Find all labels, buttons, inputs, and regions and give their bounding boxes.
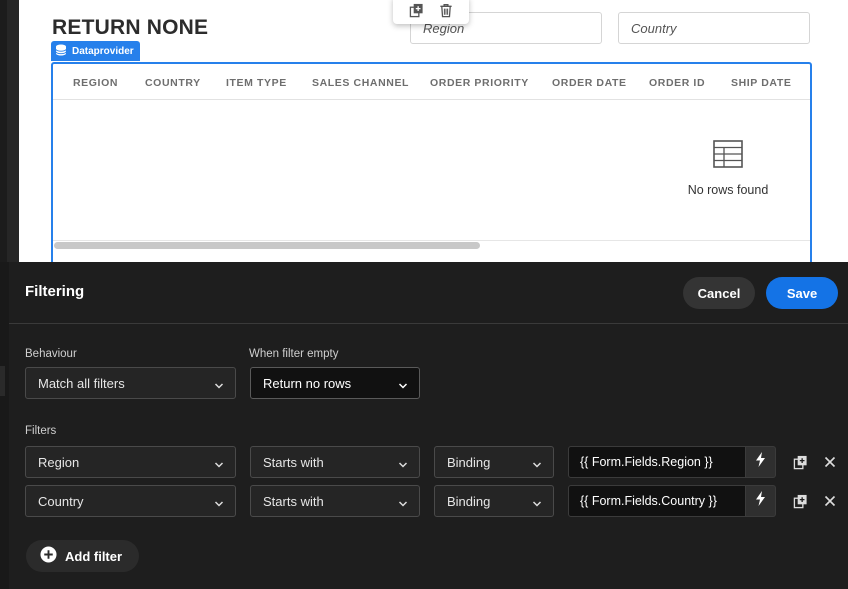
bolt-icon: [755, 452, 766, 472]
filters-label: Filters: [25, 425, 57, 437]
horizontal-scroll-track: [53, 240, 810, 241]
filter-2-binding-toggle[interactable]: [746, 485, 776, 517]
chevron-down-icon: [398, 497, 408, 507]
empty-state-text: No rows found: [687, 183, 769, 197]
table-icon: [713, 140, 743, 173]
table-header: REGION COUNTRY ITEM TYPE SALES CHANNEL O…: [53, 64, 810, 100]
country-input-placeholder: Country: [631, 20, 677, 36]
filter-2-binding-input[interactable]: {{ Form.Fields.Country }}: [568, 485, 746, 517]
filter-1-binding-toggle[interactable]: [746, 446, 776, 478]
filter-1-source-value: Binding: [447, 454, 491, 470]
close-icon[interactable]: [821, 492, 839, 510]
component-toolbar: [393, 0, 469, 24]
chevron-down-icon: [398, 379, 408, 389]
dataprovider-tag-label: Dataprovider: [72, 45, 134, 57]
column-header-country[interactable]: COUNTRY: [145, 77, 201, 89]
gutter-marker: [0, 366, 5, 396]
column-header-order-id[interactable]: ORDER ID: [649, 77, 705, 89]
when-empty-label: When filter empty: [249, 348, 339, 360]
filter-2-field-value: Country: [38, 493, 84, 509]
dataprovider-tag[interactable]: Dataprovider: [51, 41, 140, 61]
chevron-down-icon: [214, 379, 224, 389]
behaviour-label: Behaviour: [25, 348, 77, 360]
cancel-button[interactable]: Cancel: [683, 277, 755, 309]
filter-2-binding-value: {{ Form.Fields.Country }}: [580, 494, 717, 508]
chevron-down-icon: [532, 497, 542, 507]
plus-circle-icon: [40, 546, 57, 566]
chevron-down-icon: [214, 497, 224, 507]
column-header-order-priority[interactable]: ORDER PRIORITY: [430, 77, 529, 89]
country-input[interactable]: Country: [618, 12, 810, 44]
filter-2-operator-value: Starts with: [263, 493, 324, 509]
data-table[interactable]: REGION COUNTRY ITEM TYPE SALES CHANNEL O…: [51, 62, 812, 272]
filter-2-source-select[interactable]: Binding: [434, 485, 554, 517]
save-button[interactable]: Save: [766, 277, 838, 309]
filter-1-binding-value: {{ Form.Fields.Region }}: [580, 455, 713, 469]
close-icon[interactable]: [821, 453, 839, 471]
trash-icon[interactable]: [437, 1, 455, 19]
panel-header: Filtering Cancel Save: [9, 262, 848, 324]
filter-1-operator-select[interactable]: Starts with: [250, 446, 420, 478]
panel-title: Filtering: [25, 283, 85, 300]
filter-1-operator-value: Starts with: [263, 454, 324, 470]
add-filter-button[interactable]: Add filter: [26, 540, 139, 572]
column-header-ship-date[interactable]: SHIP DATE: [731, 77, 791, 89]
chevron-down-icon: [398, 458, 408, 468]
panel-left-gutter: [0, 262, 9, 589]
column-header-region[interactable]: REGION: [73, 77, 118, 89]
duplicate-icon[interactable]: [407, 1, 425, 19]
page-title: RETURN NONE: [52, 16, 209, 39]
filter-2-operator-select[interactable]: Starts with: [250, 485, 420, 517]
filter-2-source-value: Binding: [447, 493, 491, 509]
filter-2-field-select[interactable]: Country: [25, 485, 236, 517]
behaviour-value: Match all filters: [38, 375, 125, 391]
column-header-order-date[interactable]: ORDER DATE: [552, 77, 627, 89]
filter-1-source-select[interactable]: Binding: [434, 446, 554, 478]
when-empty-value: Return no rows: [263, 375, 352, 391]
filtering-panel: Filtering Cancel Save Behaviour Match al…: [9, 262, 848, 589]
add-filter-label: Add filter: [65, 548, 123, 564]
horizontal-scrollbar[interactable]: [54, 242, 480, 249]
column-header-item-type[interactable]: ITEM TYPE: [226, 77, 287, 89]
empty-state: No rows found: [673, 140, 783, 197]
bolt-icon: [755, 491, 766, 511]
filter-1-binding-input[interactable]: {{ Form.Fields.Region }}: [568, 446, 746, 478]
duplicate-icon[interactable]: [791, 492, 809, 510]
filter-1-field-value: Region: [38, 454, 80, 470]
database-icon: [55, 44, 67, 59]
column-header-sales-channel[interactable]: SALES CHANNEL: [312, 77, 409, 89]
chevron-down-icon: [532, 458, 542, 468]
app-root: RETURN NONE Region Country Dataprovider …: [0, 0, 848, 589]
chevron-down-icon: [214, 458, 224, 468]
behaviour-select[interactable]: Match all filters: [25, 367, 236, 399]
filter-1-field-select[interactable]: Region: [25, 446, 236, 478]
canvas-left-gutter: [0, 0, 7, 262]
when-empty-select[interactable]: Return no rows: [250, 367, 420, 399]
duplicate-icon[interactable]: [791, 453, 809, 471]
